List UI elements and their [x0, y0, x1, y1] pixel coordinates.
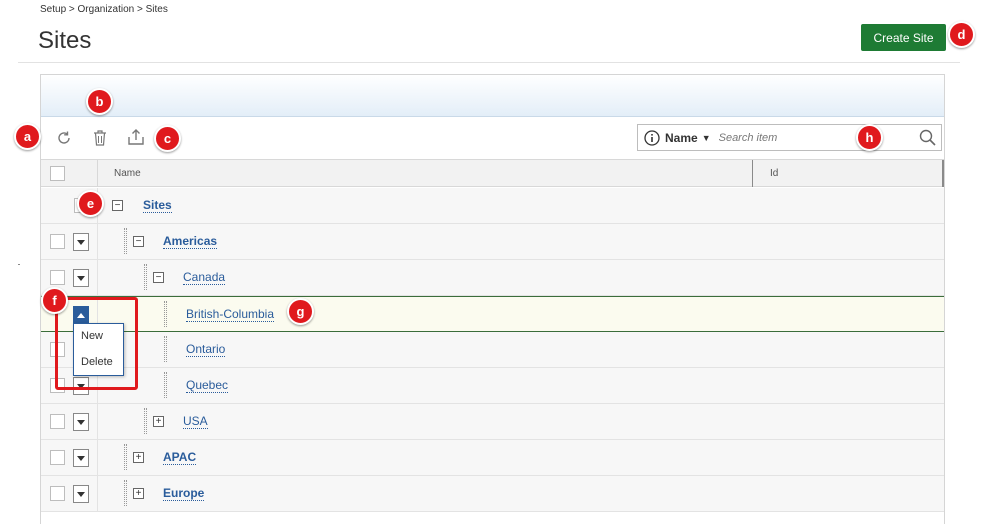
- table-row[interactable]: + USA: [41, 404, 944, 440]
- tree-node-quebec[interactable]: Quebec: [186, 378, 229, 393]
- callout-b: b: [86, 88, 113, 115]
- column-resizer[interactable]: [752, 160, 753, 187]
- column-resizer[interactable]: [942, 160, 944, 187]
- divider: [97, 476, 98, 511]
- chevron-down-icon[interactable]: ▼: [702, 133, 711, 143]
- divider: [97, 440, 98, 475]
- create-site-button[interactable]: Create Site: [861, 24, 946, 51]
- tree-node-ontario[interactable]: Ontario: [186, 342, 226, 357]
- refresh-icon[interactable]: [54, 128, 74, 148]
- callout-f: f: [41, 287, 68, 314]
- table-row[interactable]: + Europe: [41, 476, 944, 512]
- row-menu-button[interactable]: [73, 449, 89, 467]
- expand-toggle[interactable]: +: [133, 452, 144, 463]
- collapse-toggle[interactable]: −: [112, 200, 123, 211]
- info-icon[interactable]: [644, 129, 660, 146]
- expand-toggle[interactable]: +: [133, 488, 144, 499]
- row-menu-button[interactable]: [73, 485, 89, 503]
- callout-g: g: [287, 298, 314, 325]
- row-menu-button[interactable]: [73, 413, 89, 431]
- tree-indent-guide: [144, 264, 147, 290]
- search-box: Name ▼: [637, 124, 942, 151]
- table-row[interactable]: − Sites: [41, 188, 944, 224]
- tree-node-british-columbia[interactable]: British-Columbia: [186, 307, 275, 322]
- tree-node-europe[interactable]: Europe: [163, 486, 205, 501]
- table-row[interactable]: Ontario: [41, 332, 944, 368]
- search-icon[interactable]: [919, 129, 936, 151]
- column-header-id[interactable]: Id: [770, 168, 778, 179]
- row-menu-button[interactable]: [73, 233, 89, 251]
- tree-node-apac[interactable]: APAC: [163, 450, 197, 465]
- tree-indent-guide: [164, 372, 167, 398]
- callout-h: h: [856, 124, 883, 151]
- divider: [97, 224, 98, 259]
- divider: [18, 62, 960, 63]
- row-checkbox[interactable]: [50, 486, 65, 501]
- table-row[interactable]: + APAC: [41, 440, 944, 476]
- tree-indent-guide: [124, 444, 127, 470]
- row-checkbox[interactable]: [50, 450, 65, 465]
- divider: [97, 404, 98, 439]
- tree-indent-guide: [124, 480, 127, 506]
- table-row[interactable]: − Canada: [41, 260, 944, 296]
- tree-node-usa[interactable]: USA: [183, 414, 208, 429]
- tree-indent-guide: [124, 228, 127, 254]
- breadcrumb: Setup > Organization > Sites: [40, 4, 168, 15]
- trash-icon[interactable]: [90, 128, 110, 148]
- tree-node-sites[interactable]: Sites: [143, 198, 172, 213]
- tree-indent-guide: [164, 301, 167, 327]
- annotation-highlight-box: [55, 297, 138, 390]
- callout-e: e: [77, 190, 104, 217]
- tree-node-canada[interactable]: Canada: [183, 270, 226, 285]
- expand-toggle[interactable]: +: [153, 416, 164, 427]
- collapse-toggle[interactable]: −: [153, 272, 164, 283]
- divider: [18, 264, 20, 265]
- export-icon[interactable]: [126, 127, 146, 147]
- callout-c: c: [154, 125, 181, 152]
- select-all-checkbox[interactable]: [50, 166, 65, 181]
- row-checkbox[interactable]: [50, 414, 65, 429]
- collapse-toggle[interactable]: −: [133, 236, 144, 247]
- divider: [97, 260, 98, 295]
- panel-header: [41, 75, 944, 117]
- tree-node-americas[interactable]: Americas: [163, 234, 218, 249]
- table-row[interactable]: Quebec: [41, 368, 944, 404]
- tree-indent-guide: [164, 336, 167, 362]
- tree-indent-guide: [144, 408, 147, 434]
- callout-d: d: [948, 21, 975, 48]
- row-checkbox[interactable]: [50, 270, 65, 285]
- column-header-name[interactable]: Name: [114, 168, 141, 179]
- row-checkbox[interactable]: [50, 234, 65, 249]
- callout-a: a: [14, 123, 41, 150]
- page-title: Sites: [38, 27, 92, 54]
- row-menu-button[interactable]: [73, 269, 89, 287]
- table-row-selected[interactable]: British-Columbia: [41, 296, 944, 332]
- table-row[interactable]: − Americas: [41, 224, 944, 260]
- search-field-selector[interactable]: Name: [665, 131, 698, 145]
- grid-header: Name Id: [41, 159, 944, 187]
- divider: [97, 160, 98, 187]
